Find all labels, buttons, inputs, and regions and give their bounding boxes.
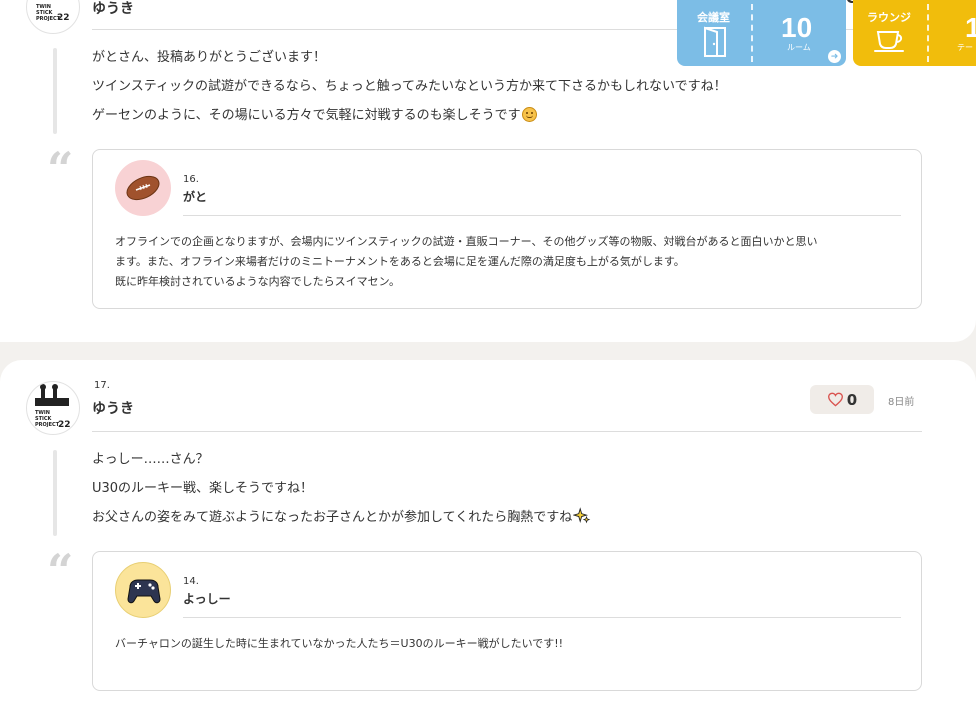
like-count: 0: [846, 390, 858, 409]
meeting-room-count: 10: [781, 12, 813, 43]
post-author[interactable]: ゆうき: [92, 398, 134, 418]
quoted-divider: [183, 617, 901, 618]
post-body-line: がとさん、投稿ありがとうございます！: [92, 50, 327, 65]
quoted-post[interactable]: 16. がと オフラインでの企画となりますが、会場内にツインスティックの試遊・直…: [92, 149, 922, 309]
door-icon: [704, 26, 726, 57]
like-button[interactable]: 0: [810, 385, 874, 414]
logo-text-project: PROJECT: [35, 422, 60, 428]
post-timestamp: 8日前: [888, 397, 915, 408]
arrow-right-icon[interactable]: ➜: [828, 50, 841, 63]
quoted-body-line: バーチャロンの誕生した時に生まれていなかった人たち＝U30のルーキー戦がしたいで…: [115, 637, 564, 650]
gamepad-icon: [127, 579, 161, 604]
football-icon: [126, 175, 160, 201]
meeting-room-unit: ルーム: [787, 43, 811, 52]
tile-divider: [751, 4, 753, 62]
heart-icon: [827, 392, 843, 407]
lounge-label: ラウンジ: [867, 11, 911, 24]
lounge-count: 1: [965, 12, 976, 43]
quoted-post-number: 14.: [183, 576, 199, 587]
twin-stick-logo-icon: TWIN STICK PROJECT 22: [36, 4, 70, 23]
post-body-rule: [53, 48, 57, 134]
quoted-post[interactable]: 14. よっしー バーチャロンの誕生した時に生まれていなかった人たち＝U30のル…: [92, 551, 922, 691]
post-body-text: ゲーセンのように、その場にいる方々で気軽に対戦するのも楽しそうです: [92, 108, 521, 123]
logo-badge: 22: [57, 13, 70, 23]
quoted-avatar[interactable]: [115, 562, 171, 618]
meeting-room-label: 会議室: [697, 11, 730, 24]
post-body-line: よっしー……さん？: [92, 452, 209, 467]
lounge-unit: テー: [957, 43, 973, 52]
quoted-avatar[interactable]: [115, 160, 171, 216]
quoted-post-author[interactable]: がと: [183, 188, 207, 205]
meeting-room-tile[interactable]: 会議室 10 ルーム ➜: [677, 0, 846, 66]
post-body-text: お父さんの姿をみて遊ぶようになったお子さんとかが参加してくれたら胸熱ですね: [92, 510, 573, 525]
twin-stick-logo-icon: TWIN STICK PROJECT 22: [35, 384, 71, 430]
smile-emoji-icon: [521, 107, 537, 122]
quoted-post-number: 16.: [183, 174, 199, 185]
logo-badge: 22: [58, 420, 71, 430]
quote-mark-icon: “: [47, 142, 74, 196]
quoted-body-line: 既に昨年検討されているような内容でしたらスイマセン。: [115, 275, 401, 288]
quoted-body-line: ます。また、オフライン来場者だけのミニトーナメントをあると会場に足を運んだ際の満…: [115, 255, 685, 268]
quote-mark-icon: “: [47, 544, 74, 598]
post-body-line: U30のルーキー戦、楽しそうですね！: [92, 481, 314, 496]
quoted-post-author[interactable]: よっしー: [183, 590, 231, 607]
post-body-line-last: ゲーセンのように、その場にいる方々で気軽に対戦するのも楽しそうです: [92, 104, 537, 123]
coffee-cup-icon: [874, 31, 904, 52]
post-body-line: ツインスティックの試遊ができるなら、ちょっと触ってみたいなという方か来て下さるか…: [92, 79, 727, 94]
quoted-body-line: オフラインでの企画となりますが、会場内にツインスティックの試遊・直販コーナー、そ…: [115, 235, 818, 248]
avatar[interactable]: TWIN STICK PROJECT 22: [26, 0, 80, 34]
post-author[interactable]: ゆうき: [92, 0, 134, 18]
sparkles-emoji-icon: [572, 507, 591, 524]
post-body-line-last: お父さんの姿をみて遊ぶようになったお子さんとかが参加してくれたら胸熱ですね: [92, 506, 591, 525]
post-number: 17.: [94, 380, 110, 391]
tile-divider: [927, 4, 929, 62]
quoted-divider: [183, 215, 901, 216]
post-body-rule: [53, 450, 57, 536]
post-divider: [92, 431, 922, 432]
lounge-tile[interactable]: ラウンジ 1 テー: [853, 0, 976, 66]
avatar[interactable]: TWIN STICK PROJECT 22: [26, 381, 80, 435]
